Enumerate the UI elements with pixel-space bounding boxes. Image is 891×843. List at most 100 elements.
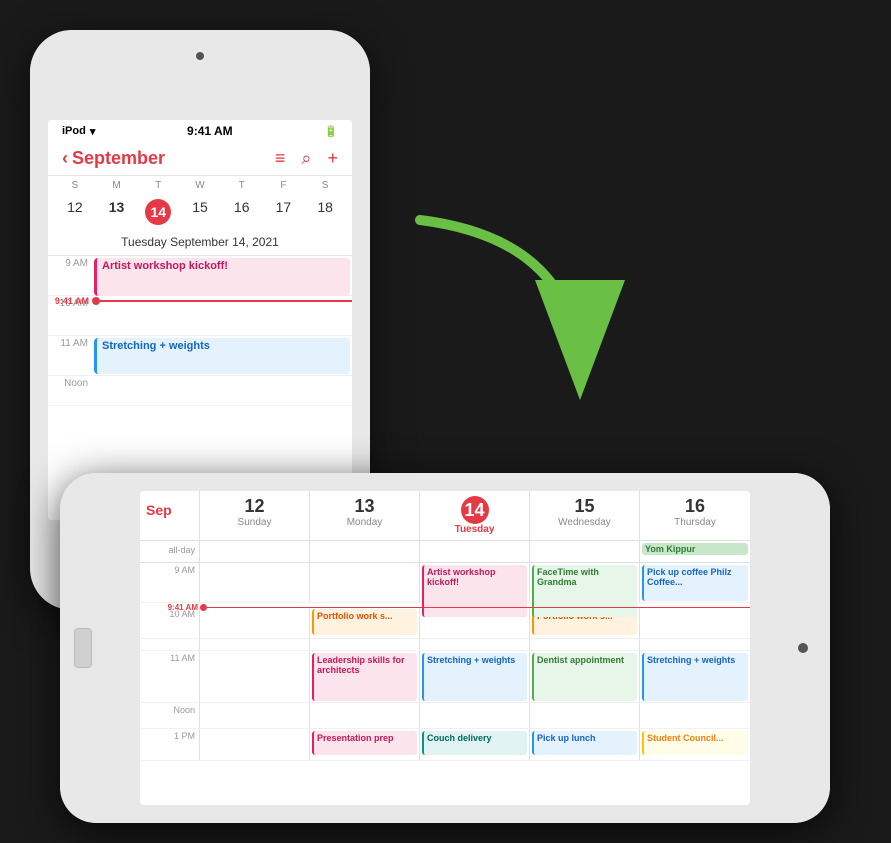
land-cell-14-9: Artist workshop kickoff! bbox=[420, 563, 530, 602]
event-presentation-prep[interactable]: Presentation prep bbox=[312, 731, 417, 755]
land-date-15: 15 bbox=[532, 496, 637, 517]
current-time-bar bbox=[100, 300, 352, 302]
event-couch-delivery[interactable]: Couch delivery bbox=[422, 731, 527, 755]
event-portfolio-13[interactable]: Portfolio work s... bbox=[312, 609, 417, 635]
land-date-14-wrap: 14 bbox=[422, 496, 527, 524]
land-time-gap1 bbox=[140, 639, 200, 650]
land-date-16: 16 bbox=[642, 496, 748, 517]
status-right: 🔋 bbox=[324, 125, 338, 138]
weekday-m: M bbox=[96, 180, 138, 191]
land-allday-15 bbox=[530, 541, 640, 562]
side-button[interactable] bbox=[74, 628, 92, 668]
date-13[interactable]: 13 bbox=[96, 197, 138, 227]
time-row-11am: 11 AM Stretching + weights bbox=[48, 336, 352, 376]
land-allday-13 bbox=[310, 541, 420, 562]
land-allday-row: all-day Yom Kippur bbox=[140, 541, 750, 563]
land-cell-12-g1 bbox=[200, 639, 310, 650]
land-time-11am: 11 AM bbox=[140, 651, 200, 702]
search-icon[interactable]: ⌕ bbox=[301, 148, 311, 169]
date-15[interactable]: 15 bbox=[179, 197, 221, 227]
land-time-1pm: 1 PM bbox=[140, 729, 200, 760]
time-row-9am: 9 AM Artist workshop kickoff! bbox=[48, 256, 352, 296]
event-stretching-16[interactable]: Stretching + weights bbox=[642, 653, 748, 701]
weekday-t2: T bbox=[221, 180, 263, 191]
event-pickup-coffee[interactable]: Pick up coffee Philz Coffee... bbox=[642, 565, 748, 601]
camera bbox=[196, 52, 204, 60]
time-row-noon: Noon bbox=[48, 376, 352, 406]
week-days-strip: S M T W T F S bbox=[48, 176, 352, 195]
event-pickup-lunch[interactable]: Pick up lunch bbox=[532, 731, 637, 755]
week-dates-strip: 12 13 14 15 16 17 18 bbox=[48, 195, 352, 233]
land-time-grid: 9 AM Artist workshop kickoff! FaceTime w… bbox=[140, 563, 750, 805]
status-left: iPod ▾ bbox=[62, 125, 95, 138]
weekday-f: F bbox=[263, 180, 305, 191]
land-cell-15-g1 bbox=[530, 639, 640, 650]
date-17[interactable]: 17 bbox=[263, 197, 305, 227]
weekday-t1: T bbox=[137, 180, 179, 191]
date-16[interactable]: 16 bbox=[221, 197, 263, 227]
event-dentist[interactable]: Dentist appointment bbox=[532, 653, 637, 701]
vertical-screen: iPod ▾ 9:41 AM 🔋 ‹ September ≡ ⌕ + S M bbox=[48, 120, 352, 520]
land-cell-13-noon bbox=[310, 703, 420, 728]
current-time-h: 9:41 AM bbox=[200, 603, 750, 612]
land-cell-16-11: Stretching + weights bbox=[640, 651, 750, 702]
land-date-12: 12 bbox=[202, 496, 307, 517]
land-cell-15-1pm: Pick up lunch bbox=[530, 729, 640, 760]
land-date-13: 13 bbox=[312, 496, 417, 517]
land-allday-14 bbox=[420, 541, 530, 562]
current-time-h-dot bbox=[200, 604, 207, 611]
land-cell-14-noon bbox=[420, 703, 530, 728]
time-9am: 9 AM bbox=[48, 256, 92, 295]
land-col-16[interactable]: 16 Thursday bbox=[640, 491, 750, 540]
list-icon[interactable]: ≡ bbox=[275, 148, 286, 169]
land-row-9am: 9 AM Artist workshop kickoff! FaceTime w… bbox=[140, 563, 750, 603]
land-cell-15-noon bbox=[530, 703, 640, 728]
land-cell-14-g1 bbox=[420, 639, 530, 650]
back-chevron[interactable]: ‹ bbox=[62, 148, 68, 169]
date-12[interactable]: 12 bbox=[54, 197, 96, 227]
battery-icon: 🔋 bbox=[324, 125, 338, 138]
event-yom-kippur[interactable]: Yom Kippur bbox=[642, 543, 748, 555]
landscape-calendar: Sep 12 Sunday 13 Monday 14 Tuesday bbox=[140, 491, 750, 805]
land-cell-12-11 bbox=[200, 651, 310, 702]
land-dayname-14: Tuesday bbox=[422, 524, 527, 535]
land-dayname-12: Sunday bbox=[202, 517, 307, 528]
event-stretching-v[interactable]: Stretching + weights bbox=[94, 338, 350, 374]
month-nav[interactable]: ‹ September bbox=[62, 148, 165, 169]
land-cell-14-1pm: Couch delivery bbox=[420, 729, 530, 760]
land-row-11am: 11 AM Leadership skills for architects S… bbox=[140, 651, 750, 703]
event-stretching-h[interactable]: Stretching + weights bbox=[422, 653, 527, 701]
land-date-14: 14 bbox=[461, 496, 489, 524]
land-col-12[interactable]: 12 Sunday bbox=[200, 491, 310, 540]
land-cell-16-9: Pick up coffee Philz Coffee... bbox=[640, 563, 750, 602]
time-display: 9:41 AM bbox=[187, 124, 233, 138]
wifi-icon: ▾ bbox=[90, 125, 96, 138]
event-leadership[interactable]: Leadership skills for architects bbox=[312, 653, 417, 701]
land-col-14[interactable]: 14 Tuesday bbox=[420, 491, 530, 540]
event-student-council[interactable]: Student Council... bbox=[642, 731, 748, 755]
weekday-w: W bbox=[179, 180, 221, 191]
land-cell-13-11: Leadership skills for architects bbox=[310, 651, 420, 702]
land-allday-label: all-day bbox=[140, 541, 200, 562]
time-content-9am: Artist workshop kickoff! bbox=[92, 256, 352, 295]
arrow-svg bbox=[380, 200, 640, 420]
date-18[interactable]: 18 bbox=[304, 197, 346, 227]
land-body: 9 AM Artist workshop kickoff! FaceTime w… bbox=[140, 563, 750, 805]
event-artist-workshop[interactable]: Artist workshop kickoff! bbox=[94, 258, 350, 296]
land-cell-13-g1 bbox=[310, 639, 420, 650]
land-col-15[interactable]: 15 Wednesday bbox=[530, 491, 640, 540]
day-label: Tuesday September 14, 2021 bbox=[48, 233, 352, 256]
horizontal-screen: Sep 12 Sunday 13 Monday 14 Tuesday bbox=[140, 491, 750, 805]
land-cell-16-noon bbox=[640, 703, 750, 728]
time-grid: 9 AM Artist workshop kickoff! 9:41 AM 10… bbox=[48, 256, 352, 406]
add-icon[interactable]: + bbox=[327, 148, 338, 169]
land-row-gap1 bbox=[140, 639, 750, 651]
land-cell-15-9: FaceTime with Grandma bbox=[530, 563, 640, 602]
land-sep-month: Sep bbox=[142, 496, 197, 520]
date-14[interactable]: 14 bbox=[137, 197, 179, 227]
land-col-13[interactable]: 13 Monday bbox=[310, 491, 420, 540]
time-11am: 11 AM bbox=[48, 336, 92, 375]
land-allday-12 bbox=[200, 541, 310, 562]
land-cell-16-g1 bbox=[640, 639, 750, 650]
header-icons: ≡ ⌕ + bbox=[275, 148, 338, 169]
